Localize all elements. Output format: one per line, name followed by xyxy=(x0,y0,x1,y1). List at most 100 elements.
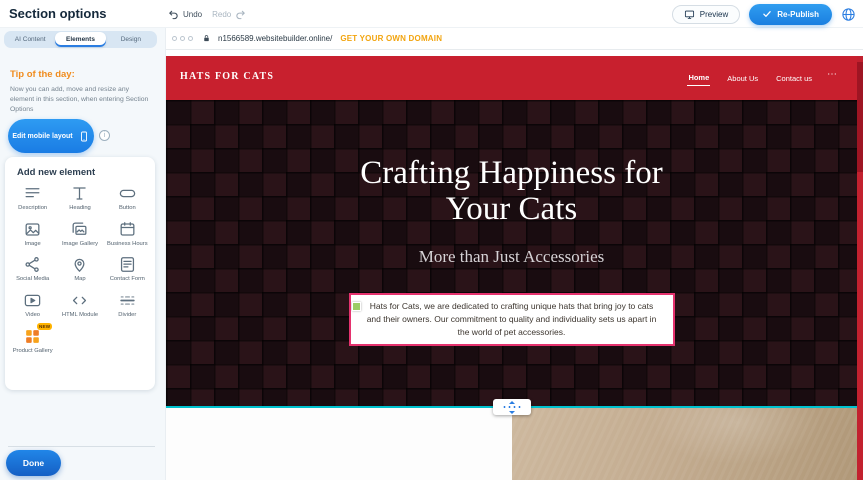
site-logo[interactable]: HATS FOR CATS xyxy=(180,71,274,82)
sidebar-divider xyxy=(8,446,155,447)
main-canvas: n1566589.websitebuilder.online/ GET YOUR… xyxy=(166,28,863,480)
new-badge: NEW xyxy=(37,323,52,330)
resize-arrow-up-icon xyxy=(509,401,515,404)
html-module-icon xyxy=(70,291,89,310)
undo-button[interactable]: Undo xyxy=(168,9,202,20)
add-new-element-title: Add new element xyxy=(5,157,155,182)
add-element-button[interactable]: Button xyxy=(104,184,151,212)
element-label: Product Gallery xyxy=(13,348,53,355)
browser-bar: n1566589.websitebuilder.online/ GET YOUR… xyxy=(166,28,863,50)
tab-ai-content[interactable]: AI Content xyxy=(5,32,55,47)
preview-label: Preview xyxy=(700,10,728,19)
element-label: Button xyxy=(119,205,136,212)
next-section xyxy=(166,408,857,480)
business-hours-icon xyxy=(118,220,137,239)
edit-mobile-layout-label: Edit mobile layout xyxy=(12,133,72,140)
redo-icon xyxy=(235,9,246,20)
resize-arrow-down-icon xyxy=(509,411,515,414)
preview-button[interactable]: Preview xyxy=(672,5,740,24)
contact-form-icon xyxy=(118,255,137,274)
window-dot xyxy=(172,36,177,41)
edit-mobile-layout-button[interactable]: Edit mobile layout xyxy=(8,119,94,153)
info-icon[interactable]: i xyxy=(99,130,110,141)
undo-label: Undo xyxy=(183,10,202,19)
divider-icon xyxy=(118,291,137,310)
tab-elements[interactable]: Elements xyxy=(55,32,105,47)
globe-icon xyxy=(841,7,856,22)
element-label: Heading xyxy=(69,205,91,212)
hero-section: Crafting Happiness forYour Cats More tha… xyxy=(166,100,857,406)
page-title: Section options xyxy=(9,6,107,21)
image-icon xyxy=(23,220,42,239)
topbar: Section options Undo Redo Preview Re-Pub… xyxy=(0,0,863,28)
video-icon xyxy=(23,291,42,310)
republish-button[interactable]: Re-Publish xyxy=(749,4,832,25)
add-element-product-gallery[interactable]: NEWProduct Gallery xyxy=(9,327,56,355)
element-label: Video xyxy=(25,312,40,319)
hero-title-line: Crafting Happiness for xyxy=(360,156,662,192)
window-dot xyxy=(188,36,193,41)
hero-subtitle: More than Just Accessories xyxy=(419,247,605,267)
drag-grip-dots-icon xyxy=(502,405,522,410)
element-grid: Description Heading Button Image Image Galle… xyxy=(5,182,155,356)
mobile-phone-icon xyxy=(78,129,90,144)
lock-icon xyxy=(202,34,211,43)
element-drag-handle[interactable] xyxy=(352,302,361,311)
more-menu-icon[interactable]: ⋯ xyxy=(827,70,837,80)
scrollbar-thumb[interactable] xyxy=(857,62,863,172)
done-button[interactable]: Done xyxy=(6,450,61,476)
add-element-image[interactable]: Image xyxy=(9,220,56,248)
add-element-heading[interactable]: Heading xyxy=(56,184,103,212)
image-gallery-icon xyxy=(70,220,89,239)
element-label: Divider xyxy=(118,312,136,319)
carpet-photo xyxy=(512,408,857,480)
heading-icon xyxy=(70,184,89,203)
hero-title: Crafting Happiness forYour Cats xyxy=(360,156,662,227)
element-label: Social Media xyxy=(16,276,49,283)
tip-of-the-day-body: Now you can add, move and resize any ele… xyxy=(10,85,152,115)
site-nav: Home About Us Contact us xyxy=(687,56,813,100)
language-globe-button[interactable] xyxy=(841,7,856,22)
get-your-own-domain-link[interactable]: GET YOUR OWN DOMAIN xyxy=(340,34,442,43)
check-icon xyxy=(762,9,772,19)
redo-button[interactable]: Redo xyxy=(212,9,246,20)
site-header: HATS FOR CATS Home About Us Contact us ⋯ xyxy=(166,56,857,100)
app-window: Section options Undo Redo Preview Re-Pub… xyxy=(0,0,863,480)
description-icon xyxy=(23,184,42,203)
monitor-icon xyxy=(684,9,695,20)
add-element-social-media[interactable]: Social Media xyxy=(9,255,56,283)
add-element-description[interactable]: Description xyxy=(9,184,56,212)
add-element-map[interactable]: Map xyxy=(56,255,103,283)
republish-label: Re-Publish xyxy=(777,10,819,19)
section-resize-handle[interactable] xyxy=(493,399,531,415)
undo-redo-group: Undo Redo xyxy=(168,0,246,28)
undo-icon xyxy=(168,9,179,20)
map-icon xyxy=(70,255,89,274)
element-label: Business Hours xyxy=(107,241,148,248)
site-scrollbar[interactable] xyxy=(857,56,863,480)
element-label: Image Gallery xyxy=(62,241,98,248)
nav-item-about-us[interactable]: About Us xyxy=(726,71,759,86)
button-icon xyxy=(118,184,137,203)
nav-item-contact-us[interactable]: Contact us xyxy=(775,71,813,86)
window-dot xyxy=(180,36,185,41)
hero-paragraph: Hats for Cats, we are dedicated to craft… xyxy=(367,301,657,337)
add-element-contact-form[interactable]: Contact Form xyxy=(104,255,151,283)
tip-of-the-day-title: Tip of the day: xyxy=(10,69,75,80)
element-label: Map xyxy=(74,276,85,283)
sidebar-tabs: AI ContentElementsDesign xyxy=(4,31,157,48)
add-element-image-gallery[interactable]: Image Gallery xyxy=(56,220,103,248)
add-element-video[interactable]: Video xyxy=(9,291,56,319)
add-element-html-module[interactable]: HTML Module xyxy=(56,291,103,319)
element-label: Image xyxy=(25,241,41,248)
element-label: Description xyxy=(18,205,47,212)
sidebar: AI ContentElementsDesign Tip of the day:… xyxy=(0,28,166,480)
add-element-business-hours[interactable]: Business Hours xyxy=(104,220,151,248)
tab-design[interactable]: Design xyxy=(106,32,156,47)
hero-text-element[interactable]: Hats for Cats, we are dedicated to craft… xyxy=(349,293,675,345)
add-element-divider[interactable]: Divider xyxy=(104,291,151,319)
social-media-icon xyxy=(23,255,42,274)
element-label: Contact Form xyxy=(110,276,145,283)
element-label: HTML Module xyxy=(62,312,98,319)
nav-item-home[interactable]: Home xyxy=(687,70,710,86)
